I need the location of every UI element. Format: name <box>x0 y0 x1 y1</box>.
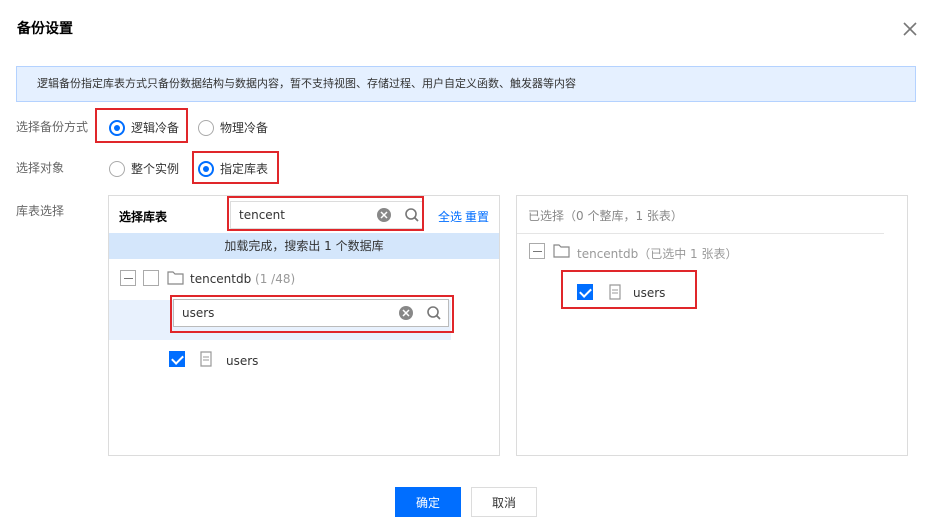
table-file-icon <box>200 351 212 367</box>
table-select-label: 库表选择 <box>16 204 65 218</box>
selected-summary: 已选择（0 个整库，1 张表） <box>528 209 683 223</box>
radio-unchecked-icon <box>198 119 214 136</box>
left-panel-title: 选择库表 <box>119 210 168 224</box>
collapse-toggle[interactable] <box>529 243 545 259</box>
dialog-title: 备份设置 <box>17 21 73 37</box>
search-status-bar: 加载完成，搜索出 1 个数据库 <box>109 233 499 259</box>
folder-icon <box>167 271 184 285</box>
select-all-link[interactable]: 全选 <box>438 208 462 225</box>
highlight-box-specific <box>192 151 279 184</box>
reset-link[interactable]: 重置 <box>465 208 489 225</box>
table-name: users <box>226 354 259 368</box>
radio-whole-instance[interactable]: 整个实例 <box>109 160 179 177</box>
radio-unchecked-icon <box>109 160 125 177</box>
confirm-button[interactable]: 确定 <box>395 487 461 517</box>
folder-icon <box>553 244 570 258</box>
db-name: tencentdb (1 /48) <box>190 272 296 286</box>
info-notice: 逻辑备份指定库表方式只备份数据结构与数据内容，暂不支持视图、存储过程、用户自定义… <box>16 66 916 102</box>
right-selected-panel <box>516 195 908 456</box>
highlight-box-selected-table <box>561 270 697 309</box>
highlight-box-db-search <box>227 196 424 231</box>
radio-physical-backup[interactable]: 物理冷备 <box>198 119 268 136</box>
highlight-box-table-search <box>170 295 454 333</box>
db-checkbox[interactable] <box>143 270 159 286</box>
collapse-toggle[interactable] <box>120 270 136 286</box>
cancel-button[interactable]: 取消 <box>471 487 537 517</box>
backup-object-label: 选择对象 <box>16 161 65 175</box>
selected-db-label: tencentdb（已选中 1 张表） <box>577 247 738 261</box>
backup-mode-label: 选择备份方式 <box>16 120 89 134</box>
divider <box>517 233 884 234</box>
close-icon[interactable] <box>899 18 921 40</box>
highlight-box-logical <box>95 108 188 143</box>
table-checkbox[interactable] <box>169 351 185 367</box>
